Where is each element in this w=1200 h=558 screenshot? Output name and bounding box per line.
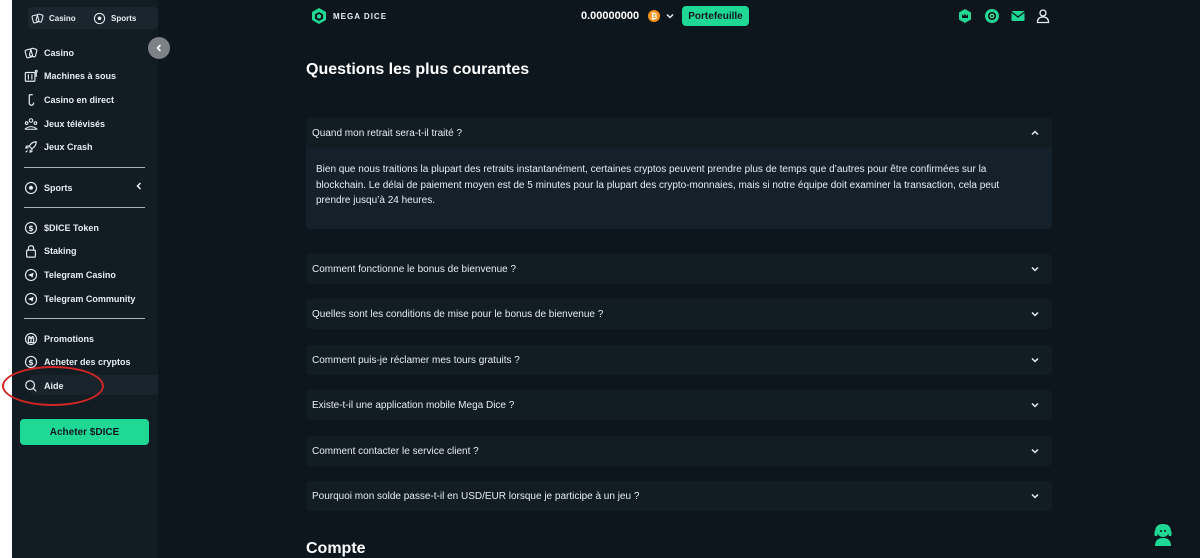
live-casino-icon <box>28 94 35 106</box>
sidebar-item-label: Sports <box>44 182 73 193</box>
chevron-down-icon <box>1031 311 1039 317</box>
chevron-left-icon <box>136 182 142 190</box>
sidebar-item-telegram-casino[interactable]: Telegram Casino <box>24 263 148 287</box>
game-show-icon <box>24 117 38 130</box>
bitcoin-icon[interactable]: ₿ <box>648 10 660 22</box>
chevron-down-icon <box>1031 448 1039 454</box>
chevron-down-icon <box>1031 402 1039 408</box>
sidebar-item-sports[interactable]: Sports <box>24 176 148 200</box>
faq-question: Comment fonctionne le bonus de bienvenue… <box>312 263 517 275</box>
sidebar-divider <box>24 207 145 208</box>
faq-item[interactable]: Existe-t-il une application mobile Mega … <box>306 390 1052 420</box>
sidebar-item-label: Telegram Community <box>44 293 136 304</box>
faq-item[interactable]: Comment puis-je réclamer mes tours gratu… <box>306 345 1052 375</box>
nav-group-sports: Sports <box>24 176 148 200</box>
chevron-down-icon <box>1031 357 1039 363</box>
dollar-coin-icon: $ <box>24 356 38 369</box>
sidebar-item-staking[interactable]: Staking <box>24 240 148 264</box>
sidebar-item-label: Casino <box>44 47 75 58</box>
faq-title: Questions les plus courantes <box>306 61 530 78</box>
sidebar-item-label: Casino en direct <box>44 94 115 105</box>
chevron-down-icon <box>1031 266 1039 272</box>
tab-casino[interactable]: Casino <box>28 12 90 25</box>
sidebar-divider <box>24 318 145 319</box>
chevron-down-icon <box>1031 493 1039 499</box>
sidebar-item-label: $DICE Token <box>44 222 99 233</box>
tab-sports-label: Sports <box>111 13 137 23</box>
lock-icon <box>26 245 36 259</box>
mega-dice-logo-icon <box>312 8 326 24</box>
collapse-sidebar-button[interactable] <box>148 37 170 59</box>
gear-badge-icon[interactable] <box>984 8 1000 24</box>
faq-item[interactable]: Comment contacter le service client ? <box>306 436 1052 466</box>
sidebar-item-label: Machines à sous <box>44 71 117 82</box>
sidebar-divider <box>24 167 145 168</box>
soccer-ball-icon <box>24 181 38 194</box>
telegram-icon <box>24 292 38 305</box>
logo-text: MEGA DICE <box>333 11 388 21</box>
nav-group-casino: Casino Machines à sous Casino en direct … <box>24 41 148 159</box>
faq-item[interactable]: Quelles sont les conditions de mise pour… <box>306 299 1052 329</box>
nav-group-token: $ $DICE Token Staking Telegram Casino Te… <box>24 216 148 310</box>
chevron-up-icon <box>1031 130 1039 136</box>
user-icon[interactable] <box>1035 8 1051 24</box>
sidebar-item-label: Jeux Crash <box>44 142 93 153</box>
slot-machine-icon <box>24 70 38 83</box>
faq-question: Comment puis-je réclamer mes tours gratu… <box>312 354 520 366</box>
svg-text:$: $ <box>28 224 33 233</box>
sidebar-item-casino[interactable]: Casino <box>24 41 148 65</box>
sidebar-item-label: Acheter des cryptos <box>44 357 131 368</box>
chevron-down-icon[interactable] <box>665 11 675 21</box>
sidebar-item-telegram-community[interactable]: Telegram Community <box>24 287 148 311</box>
faq-question: Pourquoi mon solde passe-t-il en USD/EUR… <box>312 490 640 502</box>
search-icon <box>25 380 37 392</box>
sidebar-item-game-shows[interactable]: Jeux télévisés <box>24 112 148 136</box>
sidebar-item-promotions[interactable]: Promotions <box>24 327 148 351</box>
sidebar-item-crash-games[interactable]: Jeux Crash <box>24 135 148 159</box>
faq-question-toggle[interactable]: Quand mon retrait sera-t-il traité ? <box>306 118 1052 148</box>
sidebar-item-label: Jeux télévisés <box>44 118 106 129</box>
sidebar-item-live-casino[interactable]: Casino en direct <box>24 88 148 112</box>
tab-casino-label: Casino <box>49 13 76 23</box>
soccer-ball-icon <box>93 12 106 24</box>
faq-question: Comment contacter le service client ? <box>312 445 479 457</box>
window-edge <box>0 0 12 558</box>
nav-group-misc: Promotions $ Acheter des cryptos Aide <box>24 327 148 398</box>
sidebar-item-dice-token[interactable]: $ $DICE Token <box>24 216 148 240</box>
main-content: MEGA DICE 0.00000000 ₿ Portefeuille Ques… <box>158 0 1200 558</box>
logo[interactable]: MEGA DICE <box>310 7 387 25</box>
faq-question: Quand mon retrait sera-t-il traité ? <box>312 127 463 139</box>
top-header: MEGA DICE 0.00000000 ₿ Portefeuille <box>158 0 1200 34</box>
rocket-icon <box>24 141 37 154</box>
mail-icon[interactable] <box>1010 8 1026 24</box>
faq-answer: Bien que nous traitions la plupart des r… <box>316 164 1000 206</box>
chevron-left-icon <box>156 44 162 52</box>
sidebar-item-label: Telegram Casino <box>44 269 116 280</box>
sidebar-item-label: Aide <box>44 380 64 391</box>
sidebar-item-label: Promotions <box>44 333 95 344</box>
casino-icon <box>24 47 38 59</box>
gift-icon <box>24 332 38 345</box>
faq-item[interactable]: Comment fonctionne le bonus de bienvenue… <box>306 254 1052 284</box>
tab-sports[interactable]: Sports <box>90 12 152 25</box>
support-agent-icon[interactable] <box>1153 523 1173 547</box>
sidebar-item-help[interactable]: Aide <box>24 374 148 398</box>
wallet-button[interactable]: Portefeuille <box>682 6 749 26</box>
faq-item[interactable]: Pourquoi mon solde passe-t-il en USD/EUR… <box>306 481 1052 511</box>
faq-item-expanded: Quand mon retrait sera-t-il traité ? Bie… <box>306 118 1052 229</box>
svg-text:$: $ <box>28 358 33 367</box>
faq-question: Existe-t-il une application mobile Mega … <box>312 399 515 411</box>
balance-amount: 0.00000000 <box>581 10 640 22</box>
casino-icon <box>31 13 44 23</box>
telegram-icon <box>24 268 38 282</box>
sidebar-top-tabs: Casino Sports <box>28 7 158 29</box>
dollar-coin-icon: $ <box>24 221 38 234</box>
buy-dice-button[interactable]: Acheter $DICE <box>20 419 149 445</box>
vip-crown-icon[interactable] <box>957 8 973 24</box>
sidebar-item-slots[interactable]: Machines à sous <box>24 65 148 89</box>
faq-question: Quelles sont les conditions de mise pour… <box>312 308 604 320</box>
sidebar-item-label: Staking <box>44 246 77 257</box>
account-section-title: Compte <box>306 540 366 557</box>
sidebar-item-buy-crypto[interactable]: $ Acheter des cryptos <box>24 351 148 375</box>
